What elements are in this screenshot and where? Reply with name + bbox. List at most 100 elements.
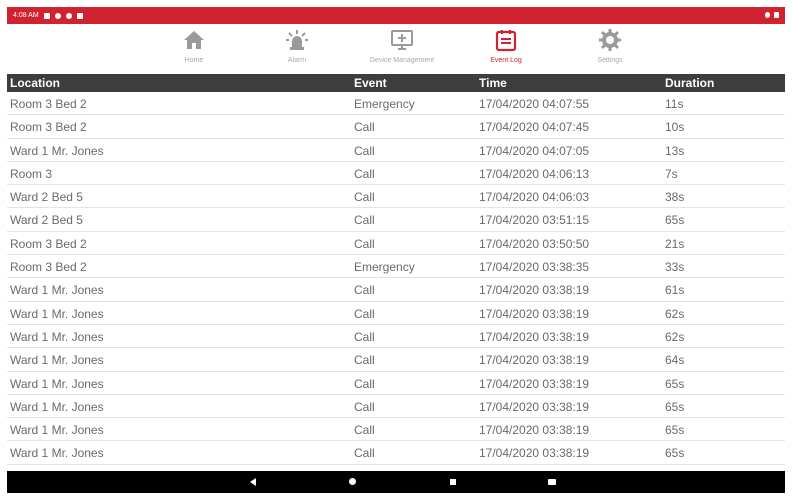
cell-event: Call bbox=[354, 120, 375, 135]
table-row[interactable]: Room 3 Call 17/04/2020 04:06:13 7s bbox=[7, 162, 785, 186]
cell-location: Room 3 Bed 2 bbox=[10, 97, 87, 111]
nav-settings[interactable]: Settings bbox=[560, 28, 660, 64]
cell-event: Call bbox=[354, 423, 375, 438]
cell-time: 17/04/2020 03:38:19 bbox=[479, 306, 590, 321]
cell-time: 17/04/2020 03:38:19 bbox=[479, 283, 590, 298]
cell-location: Ward 1 Mr. Jones bbox=[10, 306, 104, 321]
cell-time: 17/04/2020 03:38:19 bbox=[479, 329, 590, 344]
cell-location: Ward 1 Mr. Jones bbox=[10, 353, 104, 368]
cell-duration: 64s bbox=[665, 353, 685, 368]
keyboard-icon[interactable] bbox=[548, 479, 556, 485]
cell-time: 17/04/2020 03:38:19 bbox=[479, 423, 590, 438]
cell-event: Call bbox=[354, 143, 375, 158]
header-time[interactable]: Time bbox=[479, 76, 507, 90]
home-circle-icon[interactable] bbox=[349, 478, 356, 485]
nav-alarm[interactable]: Alarm bbox=[247, 28, 347, 64]
table-row[interactable]: Ward 1 Mr. Jones Call 17/04/2020 03:38:1… bbox=[7, 395, 785, 419]
signal-icon bbox=[765, 12, 770, 18]
table-row[interactable]: Room 3 Bed 2 Emergency 17/04/2020 04:07:… bbox=[7, 92, 785, 116]
table-row[interactable]: Ward 2 Bed 5 Call 17/04/2020 04:06:03 38… bbox=[7, 185, 785, 209]
table-row[interactable]: Ward 1 Mr. Jones Call 17/04/2020 03:38:1… bbox=[7, 302, 785, 325]
table-row[interactable]: Ward 1 Mr. Jones Call 17/04/2020 04:07:0… bbox=[7, 139, 785, 162]
cell-event: Call bbox=[354, 399, 375, 414]
cell-time: 17/04/2020 04:06:13 bbox=[479, 166, 590, 181]
cell-event: Call bbox=[354, 236, 375, 251]
nav-home-label: Home bbox=[184, 57, 204, 64]
recents-icon[interactable] bbox=[450, 479, 456, 485]
cell-time: 17/04/2020 03:38:19 bbox=[479, 376, 590, 391]
cell-time: 17/04/2020 04:07:55 bbox=[479, 97, 590, 111]
nav-alarm-label: Alarm bbox=[287, 57, 307, 64]
table-header: Location Event Time Duration bbox=[7, 74, 785, 92]
event-log-icon bbox=[495, 30, 517, 52]
cell-duration: 65s bbox=[665, 446, 685, 461]
back-icon[interactable] bbox=[250, 478, 256, 486]
cell-duration: 13s bbox=[665, 143, 685, 158]
nav-event-log[interactable]: Event Log bbox=[456, 28, 556, 64]
cell-time: 17/04/2020 03:38:35 bbox=[479, 260, 590, 275]
top-nav: Home Alarm Device Management Event Log S… bbox=[7, 24, 785, 74]
table-row[interactable]: Ward 1 Mr. Jones Call 17/04/2020 03:38:1… bbox=[7, 348, 785, 372]
cell-location: Ward 1 Mr. Jones bbox=[10, 329, 104, 344]
status-time: 4:08 AM bbox=[13, 12, 39, 19]
table-row[interactable]: Ward 1 Mr. Jones Call 17/04/2020 03:38:1… bbox=[7, 278, 785, 302]
cell-location: Ward 1 Mr. Jones bbox=[10, 423, 104, 438]
cell-event: Call bbox=[354, 166, 375, 181]
cell-duration: 11s bbox=[665, 97, 684, 111]
table-row[interactable]: Ward 2 Bed 5 Call 17/04/2020 03:51:15 65… bbox=[7, 208, 785, 232]
cell-duration: 33s bbox=[665, 260, 685, 275]
nav-device-management-label: Device Management bbox=[369, 57, 435, 64]
table-row[interactable]: Room 3 Bed 2 Call 17/04/2020 03:50:50 21… bbox=[7, 232, 785, 256]
battery-icon bbox=[774, 12, 779, 18]
cell-time: 17/04/2020 03:38:19 bbox=[479, 399, 590, 414]
cell-duration: 65s bbox=[665, 376, 685, 391]
header-event[interactable]: Event bbox=[354, 76, 387, 90]
cell-event: Call bbox=[354, 353, 375, 368]
header-location[interactable]: Location bbox=[10, 76, 60, 90]
cell-duration: 62s bbox=[665, 306, 685, 321]
cell-location: Ward 1 Mr. Jones bbox=[10, 143, 104, 158]
table-row[interactable]: Ward 1 Mr. Jones Call 17/04/2020 03:38:1… bbox=[7, 372, 785, 395]
cell-event: Call bbox=[354, 190, 375, 205]
table-row[interactable]: Ward 1 Mr. Jones Call 17/04/2020 03:38:1… bbox=[7, 441, 785, 465]
system-nav-bar bbox=[7, 471, 785, 493]
cell-duration: 21s bbox=[665, 236, 685, 251]
gear-icon bbox=[599, 29, 621, 51]
cell-event: Call bbox=[354, 446, 375, 461]
cell-event: Emergency bbox=[354, 260, 415, 275]
cell-duration: 65s bbox=[665, 423, 685, 438]
cell-time: 17/04/2020 04:07:45 bbox=[479, 120, 590, 135]
wifi-icon bbox=[65, 12, 72, 19]
nav-home[interactable]: Home bbox=[144, 28, 244, 64]
cell-location: Room 3 Bed 2 bbox=[10, 260, 87, 275]
cell-time: 17/04/2020 03:50:50 bbox=[479, 236, 590, 251]
cell-duration: 38s bbox=[665, 190, 685, 205]
cell-duration: 61s bbox=[665, 283, 685, 298]
header-duration[interactable]: Duration bbox=[665, 76, 714, 90]
status-bar: 4:08 AM bbox=[7, 7, 785, 24]
cell-event: Call bbox=[354, 283, 375, 298]
cell-duration: 7s bbox=[665, 166, 678, 181]
notification-icon bbox=[43, 12, 50, 19]
event-log-table: Location Event Time Duration Room 3 Bed … bbox=[7, 74, 785, 465]
cell-location: Ward 1 Mr. Jones bbox=[10, 399, 104, 414]
cell-location: Room 3 Bed 2 bbox=[10, 236, 87, 251]
table-row[interactable]: Room 3 Bed 2 Emergency 17/04/2020 03:38:… bbox=[7, 255, 785, 279]
cell-location: Ward 2 Bed 5 bbox=[10, 213, 83, 228]
cell-location: Ward 1 Mr. Jones bbox=[10, 283, 104, 298]
cell-location: Room 3 bbox=[10, 166, 53, 181]
upload-icon bbox=[76, 12, 83, 19]
alarm-icon bbox=[286, 30, 308, 50]
cell-event: Call bbox=[354, 213, 375, 228]
cell-time: 17/04/2020 03:38:19 bbox=[479, 446, 590, 461]
table-row[interactable]: Ward 1 Mr. Jones Call 17/04/2020 03:38:1… bbox=[7, 418, 785, 442]
table-row[interactable]: Ward 1 Mr. Jones Call 17/04/2020 03:38:1… bbox=[7, 325, 785, 349]
sync-icon bbox=[54, 12, 61, 19]
cell-location: Ward 1 Mr. Jones bbox=[10, 376, 104, 391]
device-management-icon bbox=[391, 30, 413, 50]
home-icon bbox=[184, 31, 204, 49]
app-frame: 4:08 AM Home Alarm Device Management Eve… bbox=[7, 7, 785, 493]
cell-event: Call bbox=[354, 306, 375, 321]
table-row[interactable]: Room 3 Bed 2 Call 17/04/2020 04:07:45 10… bbox=[7, 115, 785, 139]
nav-device-management[interactable]: Device Management bbox=[352, 28, 452, 64]
